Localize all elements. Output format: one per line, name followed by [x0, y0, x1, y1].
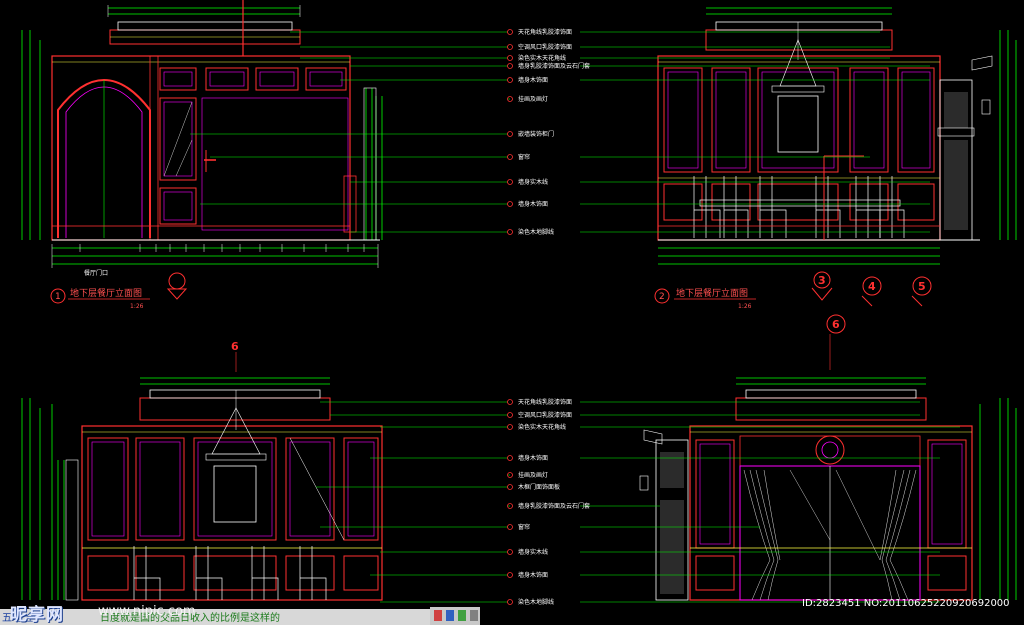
callout-label: 墙身木饰面	[518, 454, 548, 462]
elevation-1-title: 地下层餐厅立面图	[70, 287, 142, 299]
section-marker-5: 5	[911, 276, 932, 307]
section-marker-4: 4	[861, 276, 882, 307]
callout-label: 墙身实木线	[518, 178, 548, 186]
section-marker-6-right-label: 6	[832, 318, 840, 331]
callout-bubble	[507, 484, 513, 490]
elevation-1-door-label: 餐厅门口	[84, 269, 108, 277]
elevation-4-group: 6	[639, 314, 1017, 601]
callout-bubble	[507, 524, 513, 530]
bottom-callout-list: 天花角线乳胶漆饰面空调风口乳胶漆饰面染色实木天花角线墙身木饰面挂画及画灯木框门面…	[316, 398, 960, 606]
top-callout-list: 天花角线乳胶漆饰面空调风口乳胶漆饰面染色实木天花角线墙身乳胶漆饰面及云石门套墙身…	[190, 28, 930, 236]
callout-label: 染色木地脚线	[518, 228, 554, 236]
section-marker-6-left: 6	[231, 340, 239, 372]
elevation-drawing: 餐厅门口 1 地下层餐厅立面图 1:26 2 地下层餐厅立面图 1:26 3 4…	[21, 0, 1017, 606]
ime-icon-3[interactable]	[458, 610, 466, 621]
callout-label: 墙身木饰面	[518, 200, 548, 208]
callout-label: 染色木地脚线	[518, 598, 554, 606]
ime-icon-2[interactable]	[446, 610, 454, 621]
elevation-3-group: 6	[21, 340, 383, 601]
elevation-2-scale: 1:26	[738, 303, 752, 310]
callout-bubble	[507, 455, 513, 461]
callout-label: 挂画及画灯	[518, 95, 548, 103]
callout-label: 染色实木天花角线	[518, 423, 566, 431]
callout-bubble	[507, 201, 513, 207]
callout-bubble	[507, 424, 513, 430]
callout-bubble	[507, 229, 513, 235]
callout-label: 木框门面饰面板	[518, 483, 560, 491]
callout-bubble	[507, 44, 513, 50]
callout-bubble	[507, 77, 513, 83]
callout-label: 墙身乳胶漆饰面及云石门套	[518, 502, 590, 510]
callout-bubble	[507, 412, 513, 418]
callout-bubble	[507, 572, 513, 578]
callout-label: 嵌墙装饰柜门	[518, 130, 554, 138]
elevation-1-number: 1	[55, 292, 61, 302]
callout-bubble	[507, 549, 513, 555]
callout-label: 空调风口乳胶漆饰面	[518, 43, 572, 51]
callout-bubble	[507, 63, 513, 69]
elevation-1-scale: 1:26	[130, 303, 144, 310]
callout-label: 天花角线乳胶漆饰面	[518, 398, 572, 406]
watermark-id: ID:2823451 NO:20110625220920692000	[802, 598, 1010, 609]
watermark-url: www.nipic.com	[98, 604, 196, 619]
callout-label: 窗帘	[518, 523, 530, 531]
section-marker-3-label: 3	[818, 274, 826, 287]
ime-icon-1[interactable]	[434, 610, 442, 621]
section-arrow-1	[166, 272, 188, 300]
watermark-brand: 昵享网	[10, 605, 64, 625]
section-marker-4-label: 4	[868, 280, 876, 293]
callout-label: 挂画及画灯	[518, 471, 548, 479]
section-marker-6-left-label: 6	[231, 340, 239, 353]
elevation-2-title: 地下层餐厅立面图	[676, 287, 748, 299]
elevation-2-number: 2	[659, 292, 665, 302]
section-marker-3: 3	[811, 271, 833, 301]
callout-bubble	[507, 29, 513, 35]
ime-toolbar[interactable]	[430, 607, 480, 625]
callout-bubble	[507, 399, 513, 405]
section-marker-6-right: 6	[826, 314, 846, 334]
callout-label: 墙身木饰面	[518, 76, 548, 84]
callout-bubble	[507, 154, 513, 160]
callout-bubble	[507, 55, 513, 61]
callout-label: 染色实木天花角线	[518, 54, 566, 62]
elevation-2-group: 2 地下层餐厅立面图 1:26 3 4 5	[654, 7, 1017, 310]
cad-canvas: 餐厅门口 1 地下层餐厅立面图 1:26 2 地下层餐厅立面图 1:26 3 4…	[0, 0, 1024, 625]
ime-icon-4[interactable]	[470, 610, 478, 621]
elevation-1-group: 餐厅门口 1 地下层餐厅立面图 1:26	[21, 0, 383, 310]
callout-bubble	[507, 131, 513, 137]
callout-label: 空调风口乳胶漆饰面	[518, 411, 572, 419]
section-marker-5-label: 5	[918, 280, 926, 293]
callout-label: 天花角线乳胶漆饰面	[518, 28, 572, 36]
callout-label: 窗帘	[518, 153, 530, 161]
callout-label: 墙身乳胶漆饰面及云石门套	[518, 62, 590, 70]
callout-bubble	[507, 179, 513, 185]
callout-bubble	[507, 599, 513, 605]
callout-label: 墙身实木线	[518, 548, 548, 556]
callout-label: 墙身木饰面	[518, 571, 548, 579]
